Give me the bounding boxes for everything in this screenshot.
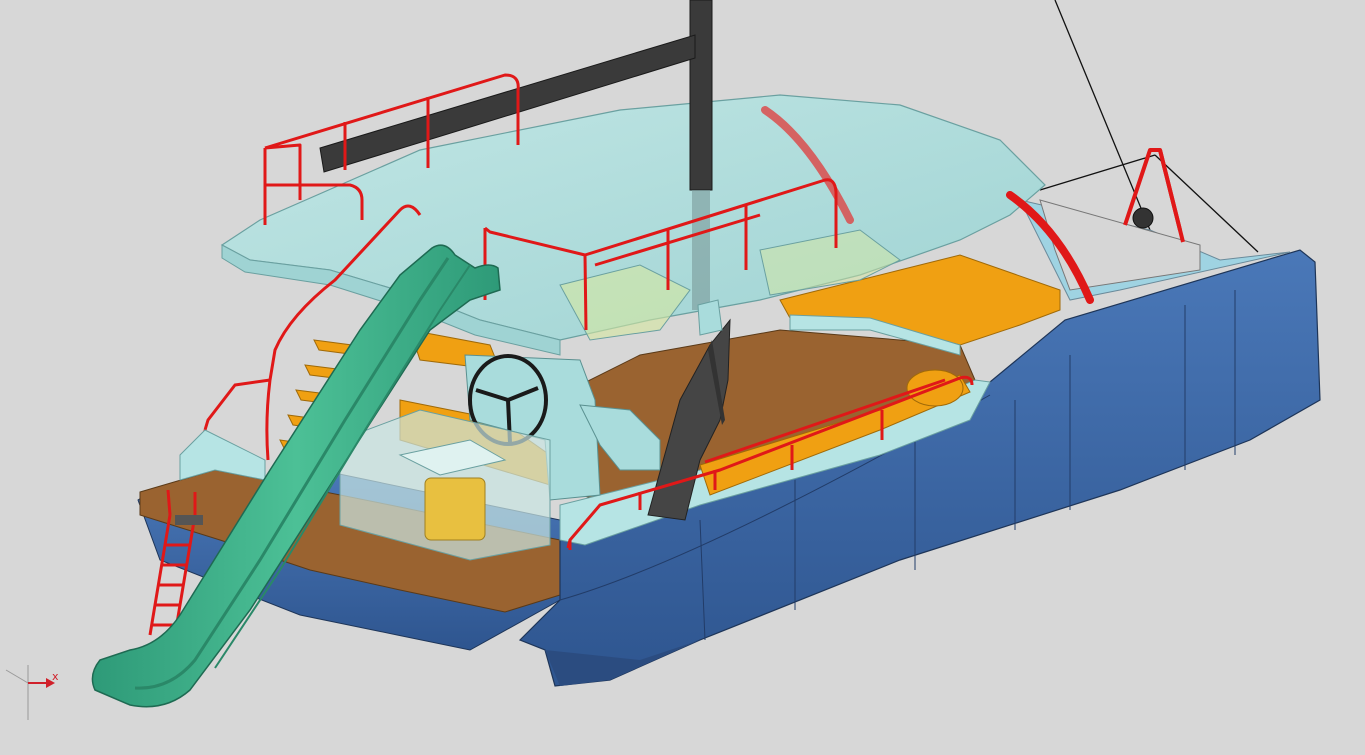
mast-base (697, 299, 723, 336)
axis-triad-svg (5, 665, 55, 720)
mast-through-roof (692, 190, 710, 310)
ladder-bracket (175, 515, 203, 525)
catamaran-model[interactable] (0, 0, 1365, 755)
axis-triad: x (0, 655, 80, 735)
z-axis-line (5, 669, 29, 684)
gas-tanks (424, 477, 486, 541)
x-axis-label: x (52, 670, 59, 683)
3d-viewport[interactable]: x (0, 0, 1365, 755)
winch-icon (1132, 207, 1154, 229)
mast (689, 0, 713, 191)
